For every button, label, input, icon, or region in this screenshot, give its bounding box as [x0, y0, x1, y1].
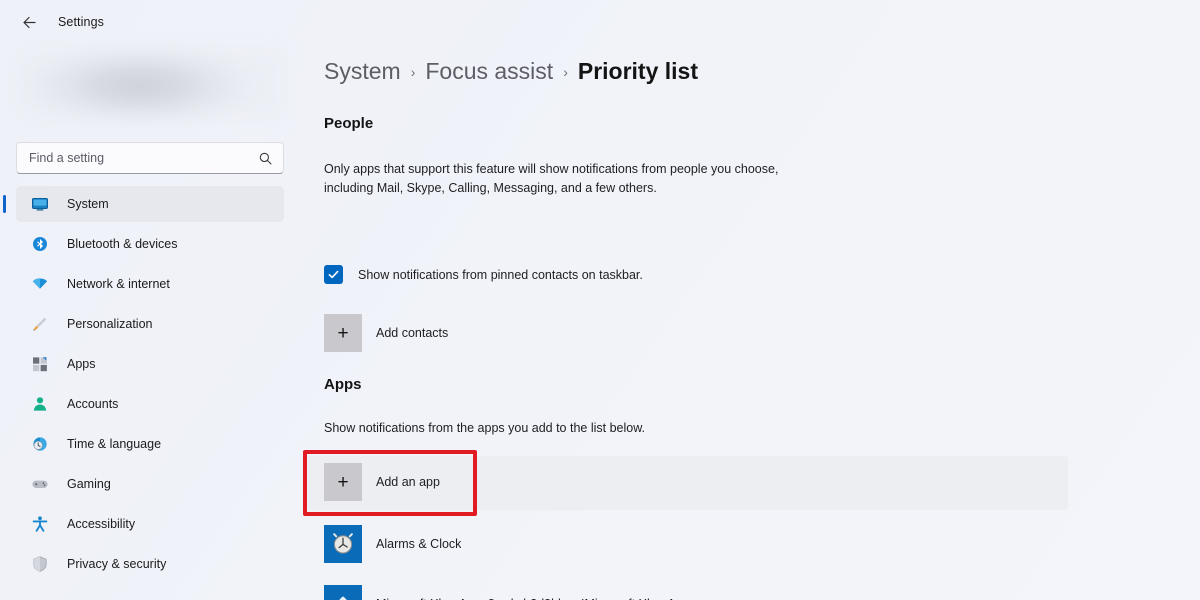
sidebar-item-privacy-security[interactable]: Privacy & security — [16, 546, 284, 582]
pinned-contacts-checkbox[interactable] — [324, 265, 343, 284]
sidebar-item-label: Accessibility — [67, 517, 136, 531]
sidebar-item-label: Bluetooth & devices — [67, 237, 178, 251]
chevron-right-icon: › — [410, 64, 416, 80]
sidebar-item-accessibility[interactable]: Accessibility — [16, 506, 284, 542]
sidebar-nav: System Bluetooth & devices Network & int… — [3, 186, 284, 586]
sidebar: System Bluetooth & devices — [0, 44, 300, 600]
search-icon — [258, 151, 273, 166]
sidebar-item-label: Gaming — [67, 477, 111, 491]
window-title: Settings — [58, 15, 104, 29]
sidebar-item-gaming[interactable]: Gaming — [16, 466, 284, 502]
breadcrumb: System › Focus assist › Priority list — [324, 58, 698, 85]
plus-glyph: + — [337, 322, 349, 344]
sidebar-item-label: Apps — [67, 357, 96, 371]
search-box[interactable] — [16, 142, 284, 174]
main-content: System › Focus assist › Priority list Pe… — [300, 44, 1200, 600]
add-an-app-label: Add an app — [376, 475, 440, 489]
sidebar-item-accounts[interactable]: Accounts — [16, 386, 284, 422]
sidebar-item-apps[interactable]: Apps — [16, 346, 284, 382]
plus-icon: + — [324, 463, 362, 501]
list-item-label: Alarms & Clock — [376, 537, 462, 551]
add-an-app-button[interactable]: + Add an app — [308, 454, 768, 510]
people-section-description: Only apps that support this feature will… — [324, 162, 779, 195]
pinned-contacts-checkbox-row[interactable]: Show notifications from pinned contacts … — [324, 265, 643, 284]
accessibility-icon — [30, 514, 50, 534]
sidebar-item-label: System — [67, 197, 109, 211]
add-contacts-button[interactable]: + Add contacts — [308, 305, 776, 361]
apps-grid-icon — [30, 354, 50, 374]
add-contacts-label: Add contacts — [376, 326, 449, 340]
list-item[interactable]: Alarms & Clock — [308, 516, 776, 572]
settings-window: Settings Find a setting System Bluetooth… — [0, 0, 1200, 600]
xbox-app-icon — [324, 585, 362, 600]
apps-section-heading: Apps — [324, 376, 362, 393]
checkmark-icon — [328, 270, 339, 279]
sidebar-item-time-language[interactable]: Time & language — [16, 426, 284, 462]
back-button[interactable] — [14, 7, 44, 37]
sidebar-item-bluetooth-devices[interactable]: Bluetooth & devices — [16, 226, 284, 262]
breadcrumb-link-system[interactable]: System — [324, 58, 401, 85]
person-icon — [30, 394, 50, 414]
page-title: Priority list — [577, 58, 699, 84]
alarm-clock-icon — [324, 525, 362, 563]
sidebar-item-label: Privacy & security — [67, 557, 167, 571]
sidebar-item-personalization[interactable]: Personalization — [16, 306, 284, 342]
bluetooth-icon — [30, 234, 50, 254]
plus-glyph: + — [337, 471, 349, 493]
gamepad-icon — [30, 474, 50, 494]
sidebar-item-label: Personalization — [67, 317, 153, 331]
clock-globe-icon — [30, 434, 50, 454]
sidebar-item-system[interactable]: System — [3, 186, 284, 222]
plus-icon: + — [324, 314, 362, 352]
breadcrumb-link-focus-assist[interactable]: Focus assist — [425, 58, 553, 85]
title-bar: Settings — [0, 0, 1200, 44]
wifi-icon — [30, 274, 50, 294]
back-arrow-icon — [22, 16, 36, 28]
people-section-heading: People — [324, 115, 374, 132]
list-item[interactable]: Microsoft.XboxApp_8wekyb3d8bbwe!Microsof… — [308, 576, 776, 600]
sidebar-item-label: Accounts — [67, 397, 119, 411]
sidebar-item-network-internet[interactable]: Network & internet — [16, 266, 284, 302]
apps-section-description: Show notifications from the apps you add… — [324, 421, 646, 435]
shield-icon — [30, 554, 50, 574]
sidebar-item-label: Network & internet — [67, 277, 170, 291]
chevron-right-icon: › — [563, 64, 568, 80]
paintbrush-icon — [30, 314, 50, 334]
pinned-contacts-checkbox-label: Show notifications from pinned contacts … — [358, 267, 643, 282]
monitor-icon — [30, 194, 50, 214]
sidebar-item-label: Time & language — [67, 437, 162, 451]
search-input[interactable] — [29, 151, 258, 165]
user-profile-redacted — [16, 48, 284, 120]
